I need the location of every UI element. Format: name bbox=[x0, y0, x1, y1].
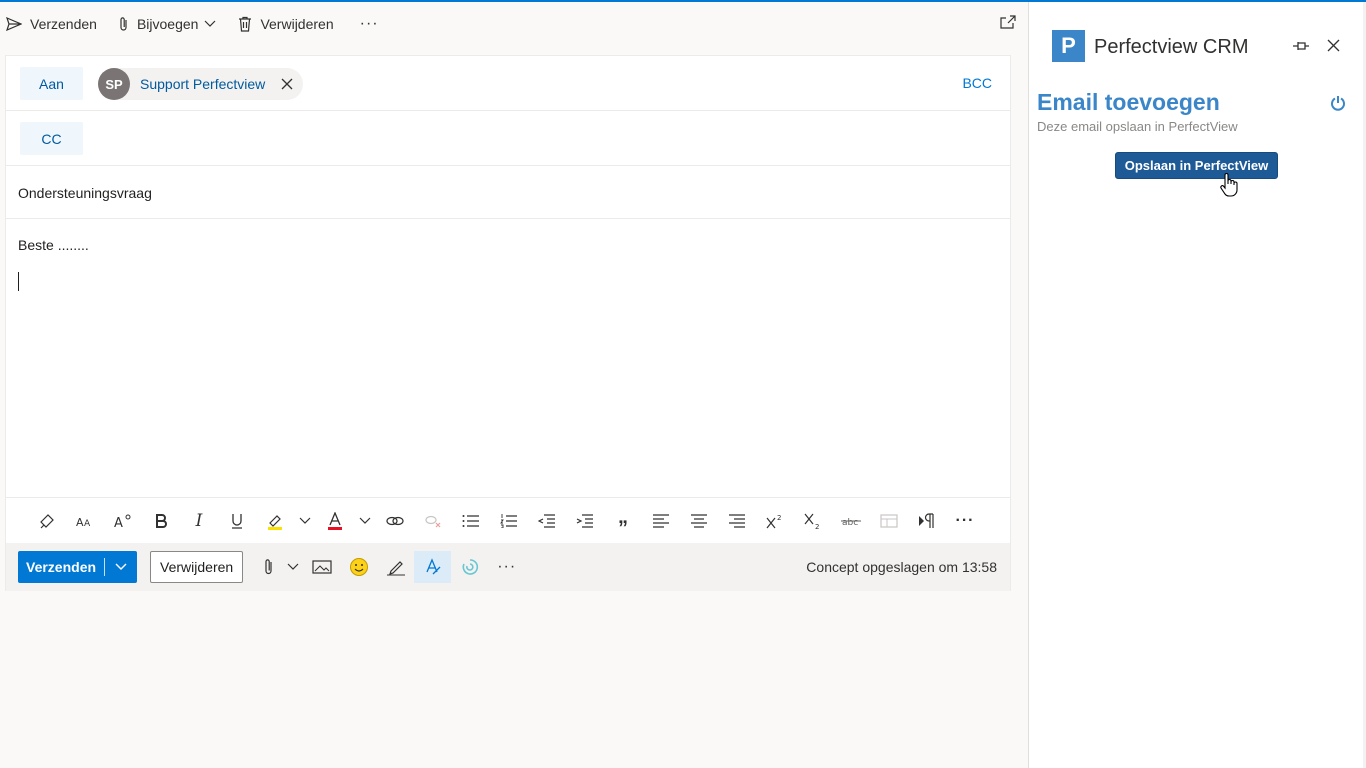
avatar: SP bbox=[98, 68, 130, 100]
action-bar: Verzenden Verwijderen ··· Concept opgesl… bbox=[6, 543, 1010, 591]
more-actions-button[interactable]: ··· bbox=[488, 551, 525, 583]
highlight-icon[interactable] bbox=[256, 506, 294, 536]
perfectview-logo: P bbox=[1052, 30, 1085, 62]
attach-command[interactable]: Bijvoegen bbox=[119, 16, 217, 32]
more-options-button[interactable]: ··· bbox=[360, 15, 379, 33]
message-body[interactable]: Beste ........ bbox=[6, 219, 1010, 497]
trash-icon bbox=[239, 16, 252, 32]
subject-text: Ondersteuningsvraag bbox=[18, 185, 152, 201]
image-icon[interactable] bbox=[303, 551, 340, 583]
insert-table-icon[interactable] bbox=[870, 506, 908, 536]
strikethrough-icon[interactable]: abc bbox=[832, 506, 870, 536]
align-center-icon[interactable] bbox=[680, 506, 718, 536]
paperclip-icon[interactable] bbox=[255, 551, 283, 583]
to-button[interactable]: Aan bbox=[20, 67, 83, 100]
delete-command[interactable]: Verwijderen bbox=[238, 16, 334, 32]
bcc-button[interactable]: BCC bbox=[962, 75, 992, 91]
addin-title: Perfectview CRM bbox=[1094, 36, 1249, 58]
unlink-icon[interactable] bbox=[414, 506, 452, 536]
command-bar: Verzenden Bijvoegen Verwijderen ··· bbox=[0, 2, 1028, 46]
editor-icon[interactable] bbox=[414, 551, 452, 583]
pin-icon[interactable] bbox=[1292, 39, 1310, 53]
svg-text:2: 2 bbox=[777, 514, 781, 522]
text-direction-icon[interactable] bbox=[908, 506, 946, 536]
power-icon[interactable] bbox=[1330, 95, 1346, 111]
send-command-label: Verzenden bbox=[30, 16, 97, 32]
cc-button[interactable]: CC bbox=[20, 122, 83, 155]
save-to-perfectview-button[interactable]: Opslaan in PerfectView bbox=[1115, 152, 1278, 179]
close-icon[interactable] bbox=[281, 78, 293, 90]
text-caret bbox=[18, 272, 19, 291]
send-icon bbox=[6, 17, 22, 31]
emoji-icon[interactable] bbox=[340, 551, 377, 583]
subscript-icon[interactable]: 2 bbox=[794, 506, 832, 536]
paperclip-icon bbox=[120, 17, 127, 31]
bullet-list-icon[interactable] bbox=[452, 506, 490, 536]
svg-text:2: 2 bbox=[815, 523, 819, 529]
recipient-name: Support Perfectview bbox=[140, 76, 266, 92]
align-right-icon[interactable] bbox=[718, 506, 756, 536]
svg-text:A: A bbox=[114, 516, 123, 529]
chevron-down-icon[interactable] bbox=[283, 551, 303, 583]
loop-icon[interactable] bbox=[451, 551, 488, 583]
chevron-down-icon[interactable] bbox=[354, 506, 376, 536]
compose-form: Aan SP Support Perfectview BCC CC Onders… bbox=[5, 55, 1011, 591]
signature-icon[interactable] bbox=[377, 551, 414, 583]
addin-heading: Email toevoegen bbox=[1037, 89, 1220, 115]
body-text: Beste ........ bbox=[18, 237, 89, 253]
attach-command-label: Bijvoegen bbox=[136, 16, 199, 32]
close-icon[interactable] bbox=[1327, 39, 1340, 52]
draft-status: Concept opgeslagen om 13:58 bbox=[806, 559, 997, 575]
quote-icon[interactable]: „ bbox=[604, 506, 642, 536]
to-row: Aan SP Support Perfectview BCC bbox=[6, 56, 1010, 111]
underline-icon[interactable] bbox=[218, 506, 256, 536]
recipient-chip[interactable]: SP Support Perfectview bbox=[98, 68, 304, 100]
font-size-icon[interactable]: A bbox=[104, 506, 142, 536]
decrease-indent-icon[interactable] bbox=[528, 506, 566, 536]
numbered-list-icon[interactable] bbox=[490, 506, 528, 536]
svg-text:abc: abc bbox=[842, 518, 858, 527]
subject-field[interactable]: Ondersteuningsvraag bbox=[6, 166, 1010, 219]
chevron-down-icon[interactable] bbox=[204, 20, 216, 28]
chevron-down-icon[interactable] bbox=[294, 506, 316, 536]
svg-text:A: A bbox=[76, 516, 84, 528]
align-left-icon[interactable] bbox=[642, 506, 680, 536]
chevron-down-icon[interactable] bbox=[105, 563, 137, 571]
italic-glyph: I bbox=[195, 510, 203, 531]
svg-text:A: A bbox=[84, 519, 91, 528]
send-button-label: Verzenden bbox=[26, 559, 97, 575]
bold-icon[interactable] bbox=[142, 506, 180, 536]
link-icon[interactable] bbox=[376, 506, 414, 536]
quote-glyph: „ bbox=[618, 506, 628, 528]
font-color-icon[interactable] bbox=[316, 506, 354, 536]
format-toolbar: AA A I „ 2 2 abc ··· bbox=[6, 497, 1010, 543]
increase-indent-icon[interactable] bbox=[566, 506, 604, 536]
discard-button[interactable]: Verwijderen bbox=[150, 551, 244, 583]
more-format-button[interactable]: ··· bbox=[946, 506, 984, 536]
cc-row: CC bbox=[6, 111, 1010, 166]
font-icon[interactable]: AA bbox=[66, 506, 104, 536]
send-command[interactable]: Verzenden bbox=[6, 16, 97, 32]
format-painter-icon[interactable] bbox=[28, 506, 66, 536]
delete-command-label: Verwijderen bbox=[260, 16, 334, 32]
addin-subheading: Deze email opslaan in PerfectView bbox=[1037, 119, 1238, 134]
superscript-icon[interactable]: 2 bbox=[756, 506, 794, 536]
popout-icon[interactable] bbox=[1000, 15, 1016, 29]
italic-icon[interactable]: I bbox=[180, 506, 218, 536]
send-button[interactable]: Verzenden bbox=[18, 551, 138, 583]
addin-pane: P Perfectview CRM Email toevoegen Deze e… bbox=[1028, 2, 1363, 768]
hand-cursor-icon bbox=[1220, 173, 1238, 197]
